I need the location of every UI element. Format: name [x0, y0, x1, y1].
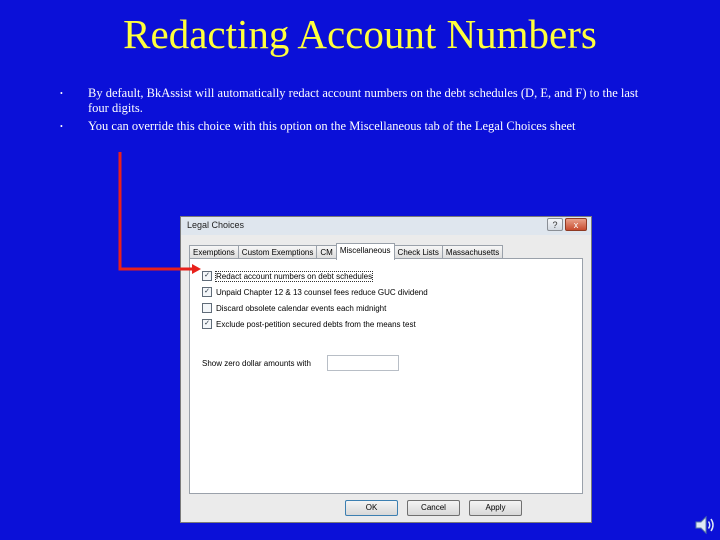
tab-check-lists[interactable]: Check Lists	[393, 245, 443, 259]
cancel-button[interactable]: Cancel	[407, 500, 460, 516]
option-discard-calendar-events[interactable]: Discard obsolete calendar events each mi…	[202, 300, 428, 316]
titlebar-buttons: ? x	[547, 218, 587, 231]
tab-custom-exemptions[interactable]: Custom Exemptions	[237, 245, 318, 259]
option-list: ✓ Redact account numbers on debt schedul…	[202, 268, 428, 332]
tab-massachusetts[interactable]: Massachusetts	[441, 245, 504, 259]
slide-title: Redacting Account Numbers	[123, 11, 597, 57]
option-label: Exclude post-petition secured debts from…	[216, 319, 416, 329]
redact-checkbox[interactable]: ✓	[202, 271, 212, 281]
dialog-buttons: OK Cancel Apply	[345, 500, 522, 516]
zero-amounts-input[interactable]	[327, 355, 399, 371]
zero-amounts-label: Show zero dollar amounts with	[202, 358, 311, 368]
discard-events-checkbox[interactable]	[202, 303, 212, 313]
bullet-list: • By default, BkAssist will automaticall…	[56, 86, 656, 137]
tab-strip: Exemptions Custom Exemptions CM Miscella…	[189, 243, 504, 260]
bullet-item: • By default, BkAssist will automaticall…	[56, 86, 656, 116]
bullet-glyph: •	[60, 89, 63, 98]
option-label: Redact account numbers on debt schedules	[214, 270, 374, 282]
bullet-item: • You can override this choice with this…	[56, 119, 656, 134]
tab-miscellaneous[interactable]: Miscellaneous	[335, 243, 395, 260]
legal-choices-dialog: Legal Choices ? x Exemptions Custom Exem…	[180, 216, 592, 523]
miscellaneous-panel: ✓ Redact account numbers on debt schedul…	[189, 258, 583, 494]
bullet-glyph: •	[60, 122, 63, 131]
close-button[interactable]: x	[565, 218, 587, 231]
tab-exemptions[interactable]: Exemptions	[189, 245, 239, 259]
dialog-titlebar[interactable]: Legal Choices ? x	[181, 217, 591, 235]
zero-amounts-row: Show zero dollar amounts with	[202, 355, 399, 371]
option-exclude-post-petition[interactable]: ✓ Exclude post-petition secured debts fr…	[202, 316, 428, 332]
tab-cm[interactable]: CM	[316, 245, 337, 259]
option-label: Unpaid Chapter 12 & 13 counsel fees redu…	[216, 287, 428, 297]
option-unpaid-counsel-fees[interactable]: ✓ Unpaid Chapter 12 & 13 counsel fees re…	[202, 284, 428, 300]
counsel-fees-checkbox[interactable]: ✓	[202, 287, 212, 297]
option-redact-account-numbers[interactable]: ✓ Redact account numbers on debt schedul…	[202, 268, 428, 284]
apply-button[interactable]: Apply	[469, 500, 522, 516]
ok-button[interactable]: OK	[345, 500, 398, 516]
option-label: Discard obsolete calendar events each mi…	[216, 303, 387, 313]
speaker-icon[interactable]	[694, 514, 716, 536]
dialog-title: Legal Choices	[187, 220, 245, 230]
help-button[interactable]: ?	[547, 218, 563, 231]
bullet-text: You can override this choice with this o…	[88, 119, 576, 133]
exclude-debts-checkbox[interactable]: ✓	[202, 319, 212, 329]
bullet-text: By default, BkAssist will automatically …	[88, 86, 639, 115]
